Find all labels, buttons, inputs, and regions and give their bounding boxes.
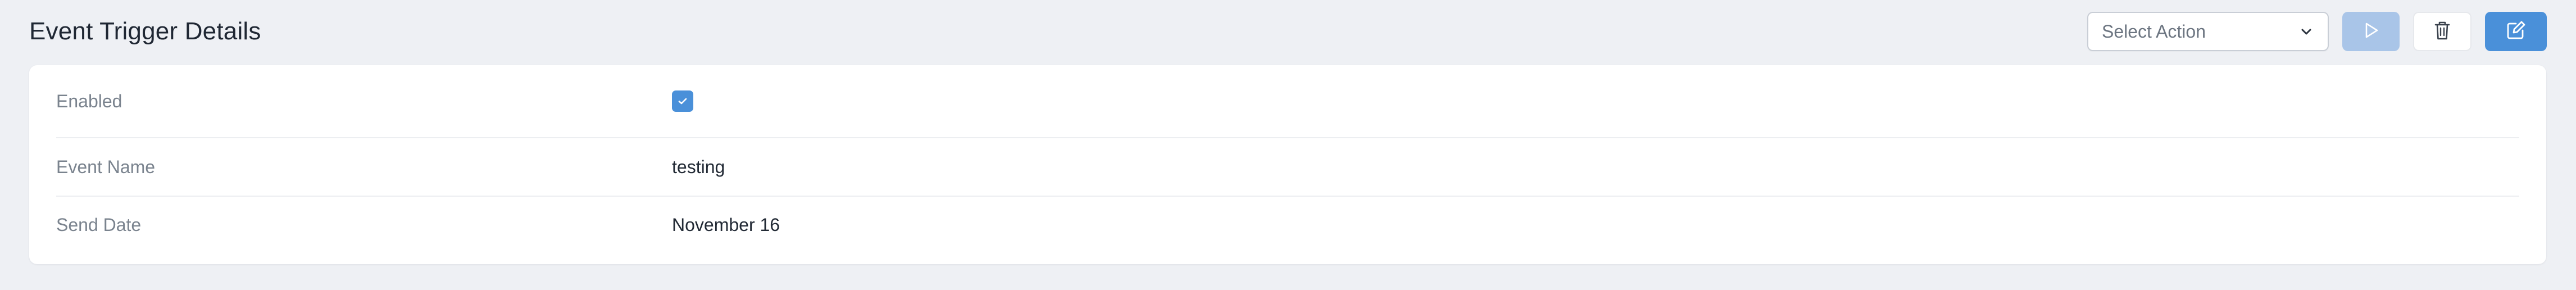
chevron-down-icon [2297, 22, 2315, 40]
enabled-value [672, 90, 693, 112]
enabled-label: Enabled [56, 90, 122, 111]
send-date-value: November 16 [672, 214, 780, 235]
select-action-dropdown[interactable]: Select Action [2087, 12, 2329, 51]
toolbar: Select Action [2087, 12, 2547, 51]
edit-button[interactable] [2485, 12, 2547, 51]
detail-row-event-name: Event Name testing [56, 138, 2519, 197]
trash-icon [2432, 20, 2452, 44]
edit-icon [2505, 19, 2527, 44]
enabled-checkbox[interactable] [672, 90, 693, 112]
play-icon [2361, 21, 2380, 43]
page-title: Event Trigger Details [29, 17, 261, 45]
event-name-label: Event Name [56, 156, 156, 177]
detail-row-send-date: Send Date November 16 [56, 197, 2519, 253]
details-card: Enabled Event Name testing Send Date Nov… [29, 65, 2546, 264]
select-action-placeholder: Select Action [2102, 21, 2206, 42]
check-icon [676, 91, 689, 112]
event-name-value: testing [672, 156, 725, 177]
run-button[interactable] [2342, 12, 2400, 51]
delete-button[interactable] [2413, 12, 2471, 51]
page-header: Event Trigger Details Select Action [29, 10, 2547, 53]
event-trigger-details-page: Event Trigger Details Select Action Enab… [0, 0, 2576, 290]
send-date-label: Send Date [56, 214, 142, 235]
detail-row-enabled: Enabled [56, 65, 2519, 138]
